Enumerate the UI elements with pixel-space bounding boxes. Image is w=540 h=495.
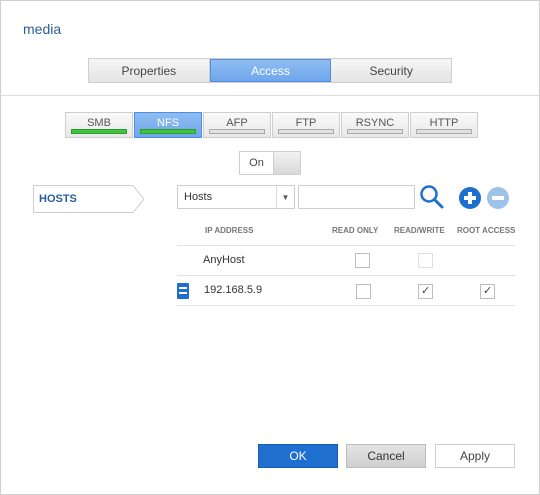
hosts-label: HOSTS: [39, 193, 77, 205]
column-header-read-write: READ/WRITE: [394, 226, 445, 235]
search-icon[interactable]: [419, 184, 445, 210]
protocol-tabs: SMB NFS AFP FTP RSYNC HTTP: [65, 112, 479, 138]
toggle-knob: [274, 152, 300, 174]
protocol-tab-label: RSYNC: [355, 117, 395, 129]
protocol-tab-afp[interactable]: AFP: [203, 112, 271, 138]
protocol-tab-label: HTTP: [429, 117, 459, 129]
dialog-title: media: [23, 21, 62, 37]
status-bar-enabled: [140, 129, 196, 134]
protocol-tab-smb[interactable]: SMB: [65, 112, 133, 138]
protocol-tab-rsync[interactable]: RSYNC: [341, 112, 409, 138]
status-bar-disabled: [347, 129, 403, 134]
select-value: Hosts: [184, 191, 213, 203]
read-write-checkbox[interactable]: [418, 253, 433, 268]
protocol-tab-label: FTP: [295, 117, 317, 129]
protocol-tab-nfs[interactable]: NFS: [134, 112, 202, 138]
root-access-checkbox[interactable]: [480, 284, 495, 299]
hosts-section-button[interactable]: HOSTS: [33, 185, 145, 213]
column-header-read-only: READ ONLY: [332, 226, 379, 235]
main-tabs: Properties Access Security: [88, 58, 452, 83]
host-type-select[interactable]: Hosts ▼: [177, 185, 295, 209]
tab-security[interactable]: Security: [331, 59, 452, 82]
row-divider: [177, 305, 515, 306]
search-input[interactable]: [298, 185, 415, 209]
protocol-tab-label: SMB: [87, 117, 111, 129]
protocol-tab-ftp[interactable]: FTP: [272, 112, 340, 138]
apply-button[interactable]: Apply: [435, 444, 515, 468]
status-bar-disabled: [278, 129, 334, 134]
toggle-on-label: On: [240, 152, 274, 174]
cancel-button[interactable]: Cancel: [346, 444, 426, 468]
tab-access[interactable]: Access: [209, 59, 332, 82]
column-header-root-access: ROOT ACCESS: [457, 226, 516, 235]
status-bar-disabled: [209, 129, 265, 134]
protocol-tab-http[interactable]: HTTP: [410, 112, 478, 138]
protocol-tab-label: AFP: [226, 117, 248, 129]
host-icon: [177, 283, 189, 299]
remove-host-button[interactable]: [487, 187, 509, 209]
host-name: 192.168.5.9: [204, 284, 263, 296]
column-header-ip: IP ADDRESS: [205, 226, 254, 235]
dialog-window: media Properties Access Security SMB NFS…: [0, 0, 540, 495]
protocol-tab-label: NFS: [157, 117, 179, 129]
status-bar-enabled: [71, 129, 127, 134]
status-bar-disabled: [416, 129, 472, 134]
add-host-button[interactable]: [459, 187, 481, 209]
row-divider: [177, 275, 515, 276]
read-only-checkbox[interactable]: [356, 284, 371, 299]
ok-button[interactable]: OK: [258, 444, 338, 468]
tab-properties[interactable]: Properties: [89, 59, 210, 82]
minus-icon: [492, 196, 504, 200]
divider: [1, 95, 539, 96]
row-divider: [177, 245, 515, 246]
chevron-down-icon: ▼: [276, 186, 294, 208]
read-write-checkbox[interactable]: [418, 284, 433, 299]
host-name: AnyHost: [203, 254, 245, 266]
nfs-enable-toggle[interactable]: On: [239, 151, 301, 175]
read-only-checkbox[interactable]: [355, 253, 370, 268]
